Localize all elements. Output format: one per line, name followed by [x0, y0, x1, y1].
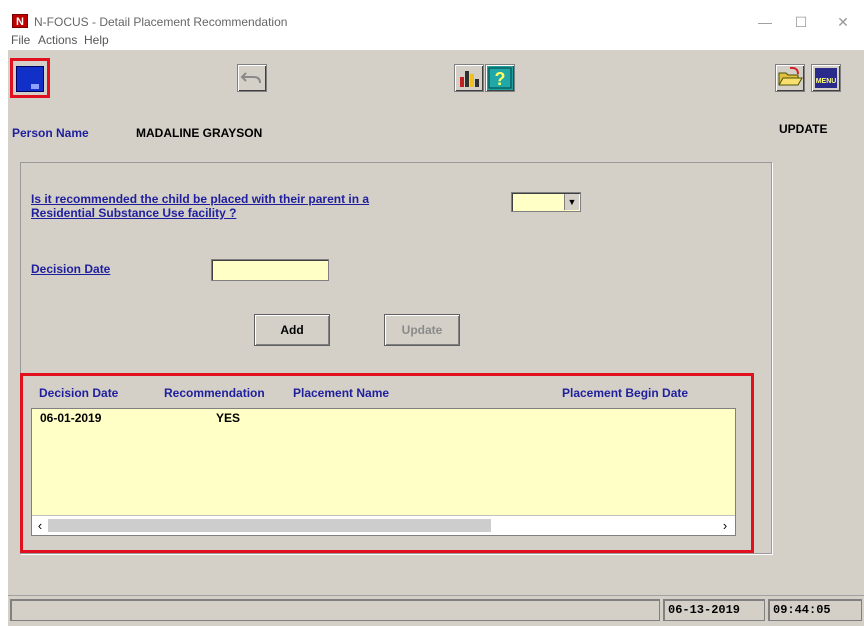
update-button[interactable]: Update — [384, 314, 460, 346]
help-button[interactable]: ? — [485, 64, 515, 92]
menu-icon: MENU — [815, 68, 837, 88]
minimize-button[interactable]: — — [750, 12, 780, 32]
col-header-placement-begin-date: Placement Begin Date — [562, 386, 689, 400]
status-time: 09:44:05 — [768, 599, 862, 621]
person-name-label: Person Name — [12, 126, 89, 140]
scroll-left-icon[interactable]: ‹ — [32, 516, 48, 535]
open-folder-button[interactable] — [775, 64, 805, 92]
col-header-recommendation: Recommendation — [164, 386, 265, 400]
person-name-value: MADALINE GRAYSON — [136, 126, 263, 140]
col-header-decision-date: Decision Date — [39, 386, 119, 400]
chart-button[interactable] — [454, 64, 484, 92]
window-title: N-FOCUS - Detail Placement Recommendatio… — [34, 15, 288, 29]
add-button[interactable]: Add — [254, 314, 330, 346]
save-icon — [31, 84, 39, 89]
row-recommendation: YES — [216, 411, 241, 425]
row-decision-date: 06-01-2019 — [40, 411, 102, 425]
mode-indicator: UPDATE — [779, 122, 828, 136]
menu-help[interactable]: Help — [84, 33, 109, 47]
chart-icon — [460, 71, 479, 87]
maximize-button[interactable]: ☐ — [786, 12, 816, 32]
scrollbar-thumb[interactable] — [48, 519, 491, 532]
recommendation-select[interactable]: ▼ — [511, 192, 581, 212]
status-message — [10, 599, 660, 621]
back-arrow-icon — [240, 72, 261, 84]
save-button-highlight — [10, 58, 50, 98]
menu-actions[interactable]: Actions — [38, 33, 77, 47]
decision-date-field[interactable] — [211, 259, 329, 281]
app-logo-icon: N — [12, 14, 28, 28]
menu-file[interactable]: File — [11, 33, 30, 47]
menu-bar: File Actions Help — [8, 32, 864, 50]
status-date: 06-13-2019 — [663, 599, 765, 621]
svg-text:?: ? — [495, 69, 506, 89]
status-bar: 06-13-2019 09:44:05 — [8, 595, 864, 626]
chevron-down-icon[interactable]: ▼ — [564, 194, 579, 210]
menu-icon-label: MENU — [815, 78, 837, 85]
content-panel: Person Name MADALINE GRAYSON UPDATE Is i… — [8, 102, 864, 595]
question-label-line2: Residential Substance Use facility ? — [31, 206, 237, 220]
title-bar: N N-FOCUS - Detail Placement Recommendat… — [8, 6, 864, 32]
form-group: Is it recommended the child be placed wi… — [20, 162, 772, 554]
back-button[interactable] — [237, 64, 267, 92]
folder-open-icon — [778, 66, 803, 86]
recommendation-grid: 06-01-2019 YES ‹ › — [31, 408, 736, 536]
decision-date-label: Decision Date — [31, 262, 111, 276]
save-button[interactable] — [16, 66, 44, 92]
scroll-right-icon[interactable]: › — [717, 516, 733, 535]
app-window: N N-FOCUS - Detail Placement Recommendat… — [8, 6, 864, 626]
table-row[interactable]: 06-01-2019 YES — [32, 409, 735, 427]
toolbar: ? MENU — [8, 50, 864, 103]
close-button[interactable]: ✕ — [828, 12, 858, 32]
recommendation-grid-highlight: Decision Date Recommendation Placement N… — [20, 373, 754, 553]
col-header-placement-name: Placement Name — [293, 386, 390, 400]
question-label-line1: Is it recommended the child be placed wi… — [31, 192, 370, 206]
help-icon: ? — [488, 67, 512, 89]
main-menu-button[interactable]: MENU — [811, 64, 841, 92]
horizontal-scrollbar[interactable]: ‹ › — [32, 515, 735, 535]
